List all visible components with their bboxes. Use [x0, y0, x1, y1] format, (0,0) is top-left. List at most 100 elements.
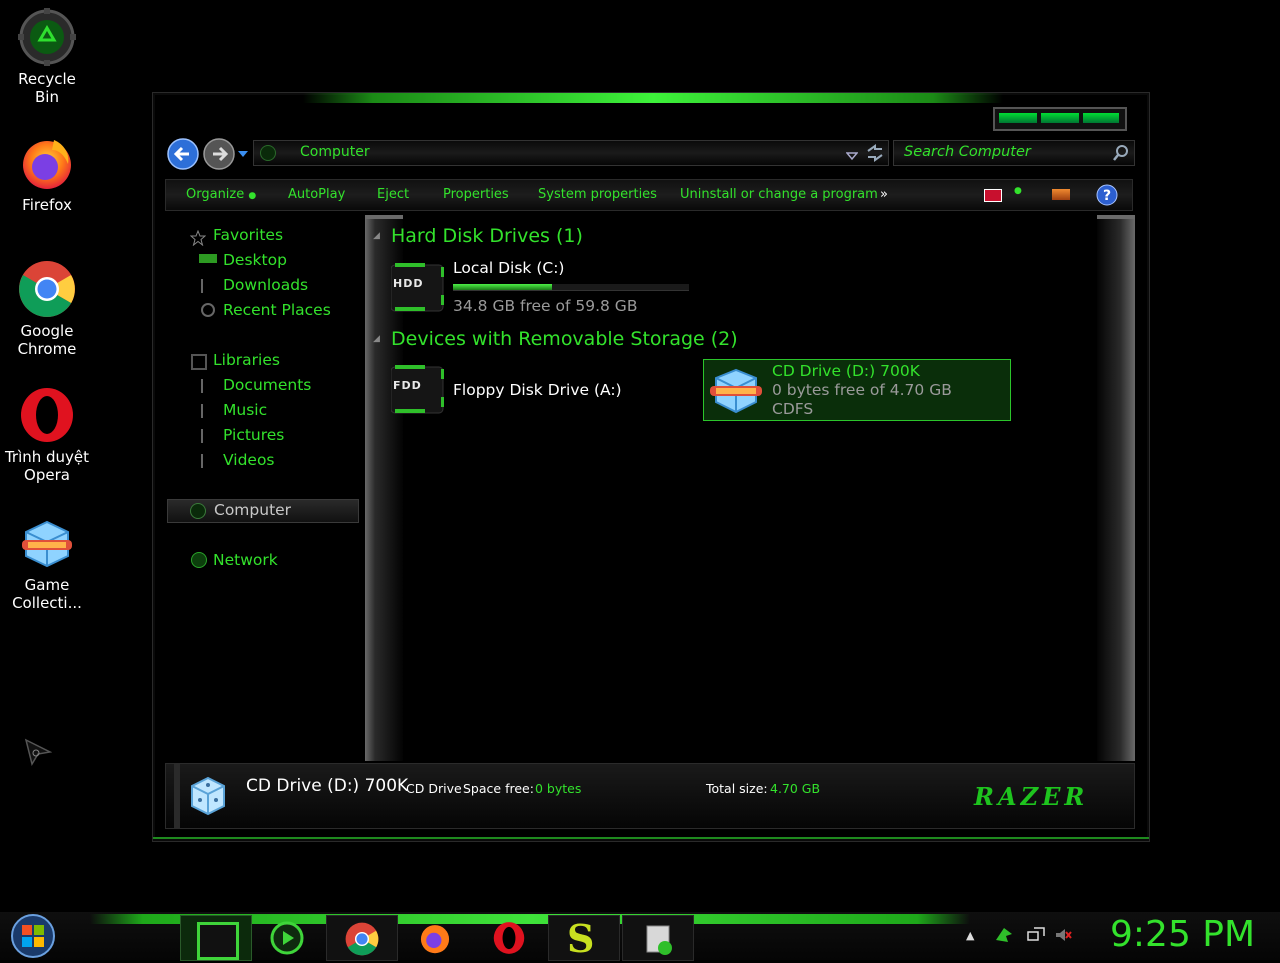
cd-drive-game-icon — [706, 366, 766, 420]
nav-desktop[interactable]: Desktop — [223, 251, 287, 269]
pictures-library-icon — [201, 429, 217, 443]
preview-pane-icon[interactable] — [1052, 189, 1070, 200]
nav-libraries[interactable]: Libraries — [213, 351, 280, 369]
details-dice-icon — [186, 774, 230, 822]
nav-favorites[interactable]: Favorites — [213, 226, 283, 244]
desktop-icon-label: Recycle Bin — [18, 70, 76, 106]
desktop-icon-label-line2: Collecti... — [12, 594, 82, 612]
explorer-icon — [197, 922, 239, 960]
help-icon[interactable]: ? — [1096, 184, 1118, 210]
desktop-icon-label-line1: Trình duyệt — [4, 448, 90, 466]
group-collapse-icon[interactable]: ◢ — [373, 231, 380, 241]
recent-places-icon — [201, 303, 215, 317]
taskbar-media-player-button[interactable] — [252, 915, 322, 959]
view-options-icon[interactable] — [984, 189, 1002, 202]
details-item-name: CD Drive (D:) 700K — [246, 776, 409, 796]
opera-icon — [18, 386, 76, 444]
downloads-folder-icon — [201, 279, 217, 293]
favorites-star-icon — [189, 229, 207, 247]
desktop-icon-label-line1: Google — [20, 322, 74, 340]
nav-downloads[interactable]: Downloads — [223, 276, 308, 294]
minimize-button[interactable] — [999, 113, 1037, 123]
libraries-icon — [191, 354, 207, 370]
system-properties-button[interactable]: System properties — [538, 180, 657, 210]
desktop-icon-google-chrome[interactable]: Google Chrome — [4, 260, 90, 358]
properties-button[interactable]: Properties — [443, 180, 509, 210]
search-box[interactable]: Search Computer — [893, 140, 1135, 166]
media-player-icon — [270, 921, 304, 955]
details-left-edge — [174, 764, 180, 828]
nav-videos[interactable]: Videos — [223, 451, 275, 469]
network-tray-icon[interactable] — [1026, 926, 1046, 948]
razer-logo: RAZER — [974, 782, 1089, 811]
fdd-badge: FDD — [393, 379, 422, 392]
forward-button[interactable] — [203, 138, 235, 174]
nav-computer-label: Computer — [214, 501, 292, 519]
clock[interactable]: 9:25 PM — [1110, 914, 1255, 955]
eject-button[interactable]: Eject — [377, 180, 409, 210]
address-bar[interactable]: Computer — [253, 140, 889, 166]
hdd-badge: HDD — [393, 277, 424, 290]
recent-pages-chevron-icon[interactable] — [238, 151, 248, 157]
taskbar-app-s-button[interactable]: S — [548, 915, 620, 961]
recycle-bin-icon — [18, 8, 76, 66]
close-button[interactable] — [1083, 113, 1119, 123]
music-library-icon — [201, 404, 217, 418]
drive-d-filesystem: CDFS — [772, 400, 814, 418]
explorer-window: Computer Search Computer Organize ● Auto… — [152, 92, 1150, 842]
razer-tray-icon[interactable] — [994, 926, 1014, 948]
autoplay-button[interactable]: AutoPlay — [288, 180, 345, 210]
maximize-button[interactable] — [1041, 113, 1079, 123]
start-button[interactable] — [10, 913, 56, 963]
desktop-icon-firefox[interactable]: Firefox — [4, 134, 90, 214]
desktop-icon-label-line2: Chrome — [17, 340, 77, 358]
desktop-icon-label-line1: Game — [24, 576, 70, 594]
search-icon[interactable] — [1112, 144, 1130, 166]
group-collapse-icon[interactable]: ◢ — [373, 334, 380, 344]
details-total-size-label: Total size: — [706, 781, 768, 796]
chrome-icon — [345, 922, 379, 956]
taskbar-opera-button[interactable] — [474, 915, 544, 959]
drive-d-name: CD Drive (D:) 700K — [772, 362, 920, 380]
drive-c-free-space: 34.8 GB free of 59.8 GB — [453, 297, 638, 315]
nav-recent-places[interactable]: Recent Places — [223, 301, 331, 319]
desktop-icon-label: Firefox — [22, 196, 72, 214]
desktop-icon-recycle-bin[interactable]: Recycle Bin — [4, 8, 90, 106]
details-pane: CD Drive (D:) 700K CD Drive Space free: … — [165, 763, 1135, 829]
search-placeholder: Search Computer — [904, 144, 1031, 160]
desktop-icon-game-collection[interactable]: Game Collecti... — [4, 514, 90, 612]
caption-buttons — [993, 107, 1127, 131]
organize-button[interactable]: Organize ● — [186, 180, 256, 211]
drive-a-name[interactable]: Floppy Disk Drive (A:) — [453, 381, 622, 399]
desktop-folder-icon — [199, 254, 217, 263]
window-bottom-glow — [153, 837, 1149, 839]
nav-music[interactable]: Music — [223, 401, 267, 419]
taskbar-firefox-button[interactable] — [400, 915, 470, 959]
uninstall-program-button[interactable]: Uninstall or change a program — [680, 180, 878, 210]
desktop-icon-opera[interactable]: Trình duyệt Opera — [4, 386, 90, 484]
view-dropdown-icon[interactable]: ● — [1014, 186, 1022, 196]
cursor-icon — [24, 738, 53, 770]
tray-expand-icon[interactable]: ▲ — [966, 929, 974, 942]
taskbar-chrome-button[interactable] — [326, 915, 398, 961]
firefox-icon — [18, 134, 76, 192]
group-title-removable[interactable]: Devices with Removable Storage (2) — [391, 328, 738, 350]
nav-pictures[interactable]: Pictures — [223, 426, 284, 444]
taskbar-installer-button[interactable] — [622, 915, 694, 961]
more-commands-button[interactable]: » — [880, 180, 888, 210]
back-button[interactable] — [167, 138, 199, 174]
volume-muted-icon[interactable] — [1054, 926, 1072, 948]
refresh-icon[interactable] — [865, 143, 885, 167]
address-dropdown-icon[interactable] — [845, 147, 859, 166]
drive-d-tile[interactable]: CD Drive (D:) 700K 0 bytes free of 4.70 … — [703, 359, 1011, 421]
nav-documents[interactable]: Documents — [223, 376, 311, 394]
nav-network[interactable]: Network — [213, 551, 278, 569]
drive-c-name[interactable]: Local Disk (C:) — [453, 259, 564, 277]
nav-computer[interactable]: Computer — [167, 499, 359, 523]
videos-library-icon — [201, 454, 217, 468]
taskbar-explorer-button[interactable] — [180, 915, 252, 961]
group-title-hdd[interactable]: Hard Disk Drives (1) — [391, 225, 583, 247]
opera-icon — [493, 922, 525, 954]
s-app-icon: S — [567, 916, 595, 961]
desktop-icon-label-line2: Opera — [24, 466, 70, 484]
